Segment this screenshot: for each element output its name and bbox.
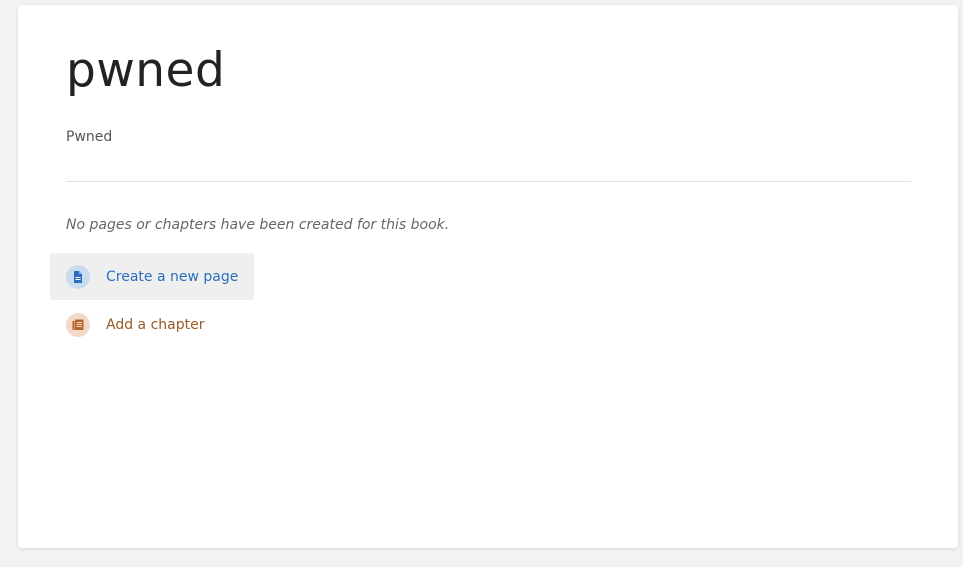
divider xyxy=(66,181,911,182)
create-new-page-button[interactable]: Create a new page xyxy=(50,253,255,300)
chapter-icon xyxy=(66,312,90,337)
page-icon xyxy=(66,264,90,289)
create-new-page-label: Create a new page xyxy=(106,268,239,285)
add-chapter-button[interactable]: Add a chapter xyxy=(50,301,220,348)
empty-state-message: No pages or chapters have been created f… xyxy=(66,217,450,233)
add-chapter-label: Add a chapter xyxy=(106,316,205,333)
book-title: pwned xyxy=(66,43,226,98)
book-description: Pwned xyxy=(66,129,113,145)
book-content-card: pwned Pwned No pages or chapters have be… xyxy=(18,5,958,548)
